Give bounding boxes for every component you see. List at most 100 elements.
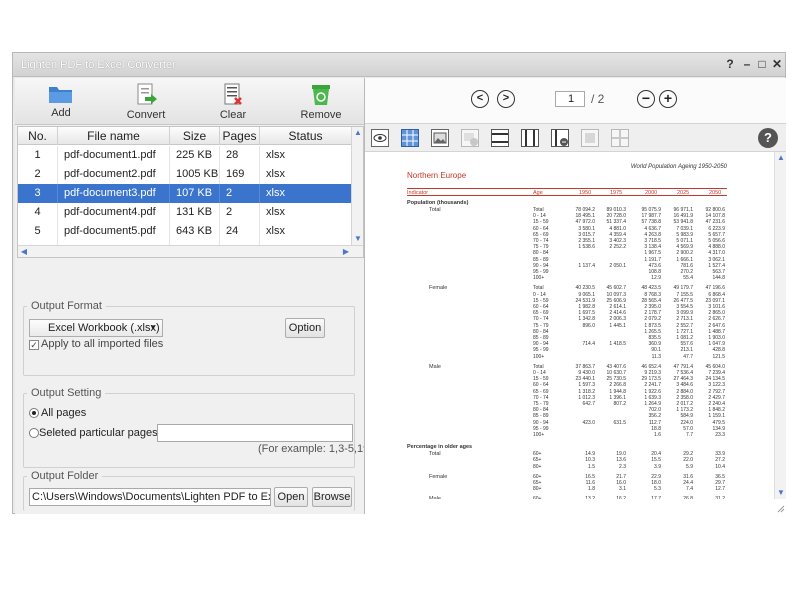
preview-value: 5.9 [686, 463, 693, 470]
scroll-up-icon[interactable]: ▲ [775, 152, 787, 164]
col-pages[interactable]: Pages [220, 127, 260, 145]
preview-value: 53 941.8 [673, 219, 693, 226]
preview-value: 3 062.1 [708, 256, 725, 263]
col-file-name[interactable]: File name [58, 127, 170, 145]
preview-value: 2 552.7 [676, 322, 693, 329]
preview-value: 2.3 [619, 463, 626, 470]
preview-value: 2 079.2 [644, 316, 661, 323]
preview-row: 0 - 14 9 065.1 10 097.3 8 768.3 7 155.5 6 868… [407, 292, 727, 298]
preview-value: 1 396.1 [609, 394, 626, 401]
preview-row: 60 - 64 3 580.1 4 881.0 4 636.7 7 039.1 6 223… [407, 226, 727, 232]
zoom-in-button[interactable]: + [659, 90, 677, 108]
help-icon[interactable]: ? [758, 128, 778, 148]
preview-value: 2 713.1 [676, 316, 693, 323]
add-button[interactable]: Add [31, 80, 91, 123]
preview-age: 70 - 74 [533, 394, 549, 401]
preview-value: 16.2 [602, 496, 626, 499]
minimize-icon[interactable]: – [740, 57, 754, 71]
preview-vscroll[interactable]: ▲ ▼ [774, 152, 786, 499]
format-select[interactable]: Excel Workbook (.xlsx) ▼ [29, 319, 163, 337]
open-folder-button[interactable]: Open [274, 487, 308, 507]
preview-value: 1 982.8 [578, 304, 595, 310]
preview-value: 10.4 [715, 463, 725, 470]
file-list-hscroll[interactable]: ◀ ▶ [18, 245, 363, 257]
preview-value: 557.6 [680, 341, 693, 348]
table-grid-icon[interactable] [401, 129, 419, 147]
preview-value: 3 015.7 [578, 231, 595, 238]
preview-row: 95 - 99 18.8 57.0 134.9 [407, 426, 727, 432]
preview-value: 23 097.1 [705, 297, 725, 304]
preview-value: 2 414.6 [609, 310, 626, 317]
preview-value: 18.0 [651, 480, 661, 486]
table-row[interactable]: 5 pdf-document5.pdf 643 KB 24 xlsx [18, 222, 352, 241]
cell-pages: 169 [220, 165, 260, 184]
file-list-vscroll[interactable]: ▲ ▼ [351, 127, 363, 245]
preview-value: 1 137.4 [578, 262, 595, 269]
table-row[interactable]: 3 pdf-document3.pdf 107 KB 2 xlsx [18, 184, 352, 203]
view-toolbar: ? [365, 124, 786, 152]
preview-value: 360.9 [648, 341, 661, 348]
next-page-button[interactable]: > [497, 90, 515, 108]
preview-row: 90 - 94 1 137.4 2 050.1 473.6 781.6 1 527.4 [407, 263, 727, 269]
add-label: Add [51, 107, 71, 119]
preview-value: 40 230.5 [575, 285, 595, 292]
preview-age: 0 - 14 [533, 370, 546, 376]
remove-image-icon[interactable] [461, 129, 479, 147]
preview-value: 7 536.4 [676, 370, 693, 376]
table-row[interactable]: 4 pdf-document4.pdf 131 KB 2 xlsx [18, 203, 352, 222]
page-navigation: < > 1 / 2 − + [365, 78, 786, 124]
clear-button[interactable]: Clear [203, 80, 263, 123]
scroll-down-icon[interactable]: ▼ [352, 233, 363, 245]
remove-column-icon[interactable] [551, 129, 569, 147]
browse-button[interactable]: Browse [312, 487, 352, 507]
preview-value: 47 231.6 [705, 219, 725, 226]
preview-value: 47.7 [683, 353, 693, 360]
preview-value: 1 727.1 [676, 328, 693, 335]
preview-age: 80+ [533, 486, 542, 493]
row-layout-icon[interactable] [491, 129, 509, 147]
eye-icon[interactable] [371, 129, 389, 147]
resize-grip-icon[interactable] [775, 503, 785, 513]
maximize-icon[interactable]: □ [755, 57, 769, 71]
convert-button[interactable]: Convert [116, 80, 176, 123]
preview-age: 80+ [533, 463, 542, 470]
particular-pages-radio[interactable] [29, 428, 39, 438]
remove-button[interactable]: Remove [291, 80, 351, 123]
preview-age: 95 - 99 [533, 269, 549, 275]
preview-value: 1 848.2 [708, 407, 725, 414]
preview-value: 7 239.4 [708, 370, 725, 376]
table-row[interactable]: 1 pdf-document1.pdf 225 KB 28 xlsx [18, 146, 352, 165]
preview-value: 10.3 [585, 457, 595, 464]
scroll-down-icon[interactable]: ▼ [775, 487, 787, 499]
scroll-right-icon[interactable]: ▶ [340, 246, 352, 257]
col-status[interactable]: Status [260, 127, 352, 145]
cell-name: pdf-document1.pdf [58, 146, 170, 165]
preview-value: 1 081.2 [676, 335, 693, 341]
table-row[interactable]: 2 pdf-document2.pdf 1005 KB 169 xlsx [18, 165, 352, 184]
merge-cells-icon[interactable] [581, 129, 599, 147]
split-cells-icon[interactable] [611, 129, 629, 147]
apply-all-checkbox[interactable]: ✓ [29, 340, 39, 350]
close-icon[interactable]: ✕ [770, 57, 784, 71]
page-number-input[interactable]: 1 [555, 91, 585, 107]
col-no[interactable]: No. [18, 127, 58, 145]
col-size[interactable]: Size [170, 127, 220, 145]
scroll-left-icon[interactable]: ◀ [18, 246, 30, 257]
preview-value: 2 240.4 [708, 401, 725, 407]
zoom-out-button[interactable]: − [637, 90, 655, 108]
scroll-up-icon[interactable]: ▲ [352, 127, 363, 139]
preview-value: 1 944.8 [609, 388, 626, 395]
preview-row: 85 - 89 835.5 1 081.2 1 903.0 [407, 335, 727, 341]
image-icon[interactable] [431, 129, 449, 147]
cell-no: 2 [18, 165, 58, 184]
pages-input[interactable] [157, 424, 353, 442]
all-pages-radio[interactable] [29, 408, 39, 418]
preview-value: 7 039.1 [676, 225, 693, 232]
prev-page-button[interactable]: < [471, 90, 489, 108]
output-folder-input[interactable]: C:\Users\Windows\Documents\Lighten PDF t… [29, 488, 271, 506]
preview-value: 1.8 [588, 486, 595, 493]
option-button[interactable]: Option [285, 318, 325, 338]
column-layout-icon[interactable] [521, 129, 539, 147]
help-icon[interactable]: ? [723, 57, 737, 71]
preview-value: 95 075.9 [641, 207, 661, 213]
